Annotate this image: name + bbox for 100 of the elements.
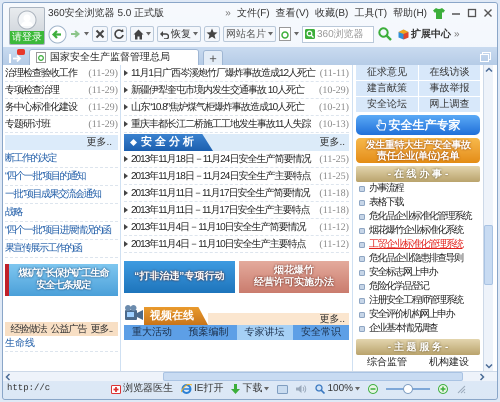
service-link[interactable]: 安全评价机构网上申办 bbox=[369, 309, 454, 321]
category-link[interactable]: 经验做法 bbox=[10, 322, 47, 336]
menu-overflow-button[interactable]: » bbox=[225, 6, 231, 20]
horizontal-scrollbar-thumb[interactable] bbox=[163, 372, 463, 381]
news-title-link[interactable]: 重庆丰都长江二桥施工工地发生事故11人失踪 bbox=[131, 116, 310, 132]
news-title-link[interactable]: 11月1日广西岑溪炮竹厂爆炸事故造成12人死亡 bbox=[131, 66, 316, 80]
refresh-icon[interactable] bbox=[111, 26, 127, 42]
notice-link[interactable]: “四个一批”项目进展情况的函 bbox=[5, 224, 111, 236]
undo-icon bbox=[160, 30, 169, 38]
zoom-out-icon[interactable] bbox=[368, 384, 378, 394]
menu-item[interactable]: 帮助(H) bbox=[393, 6, 427, 20]
home-button[interactable] bbox=[130, 26, 154, 42]
quick-link[interactable]: 征求意见 bbox=[356, 65, 418, 80]
favorite-star-icon[interactable] bbox=[204, 26, 220, 42]
news-title-link[interactable]: 2013年11月4日－11月10日安全生产简要情况 bbox=[131, 220, 306, 234]
caret-icon[interactable] bbox=[193, 32, 198, 36]
news-title-link[interactable]: 专题研讨班 bbox=[5, 116, 50, 132]
toolbar-overflow-button[interactable]: » bbox=[454, 26, 460, 42]
news-title-link[interactable]: 2013年11月18日－11月24日安全生产主要特点 bbox=[131, 168, 310, 184]
shirt-icon[interactable] bbox=[433, 8, 445, 18]
avatar-icon bbox=[17, 10, 37, 30]
status-url: http://c bbox=[7, 382, 52, 396]
search-icon[interactable] bbox=[377, 26, 393, 42]
caret-icon[interactable] bbox=[294, 32, 299, 36]
banner-text: 经营许可实施办法 bbox=[254, 277, 334, 289]
notice-link[interactable]: “四个一批”项目的通知 bbox=[5, 170, 86, 182]
service-link[interactable]: 工贸企业标准化管理系统 bbox=[369, 239, 462, 251]
notice-link[interactable]: 生命线 bbox=[5, 338, 35, 350]
news-title-link[interactable]: 2013年11月11日－11月17日安全生产简要情况 bbox=[131, 186, 310, 200]
zoom-in-icon[interactable] bbox=[438, 384, 448, 394]
service-link[interactable]: 综合监管 bbox=[367, 355, 407, 370]
notice-link[interactable]: 断工作的决定 bbox=[5, 152, 56, 164]
search-field[interactable]: 360浏览器 bbox=[302, 26, 374, 42]
quick-link[interactable]: 网上调查 bbox=[418, 97, 480, 112]
service-link[interactable]: 危化品企业隐患排查导则 bbox=[369, 253, 462, 265]
category-link[interactable]: 更多.. bbox=[90, 322, 112, 336]
sidebar-toggle-icon[interactable] bbox=[9, 49, 25, 64]
news-title-link[interactable]: 新疆伊犁奎屯市境内发生交通事故 10人死亡 bbox=[131, 82, 304, 98]
caret-icon[interactable] bbox=[84, 32, 89, 36]
page-icon[interactable] bbox=[279, 27, 291, 41]
maximize-icon[interactable] bbox=[467, 8, 477, 18]
browser-tab[interactable]: 国家安全生产监督管理总局 bbox=[29, 49, 199, 65]
service-link[interactable]: 表格下载 bbox=[369, 197, 403, 209]
new-tab-button[interactable]: + bbox=[203, 50, 223, 65]
menu-item[interactable]: 收藏(B) bbox=[314, 6, 348, 20]
news-title-link[interactable]: 山东“10.8”焦炉煤气柜爆炸事故造成10人死亡 bbox=[131, 100, 304, 114]
service-link[interactable]: 办事流程 bbox=[369, 183, 403, 195]
news-title-link[interactable]: 2013年11月18日－11月24日安全生产简要情况 bbox=[131, 152, 310, 166]
video-category-tab[interactable]: 预案编制 bbox=[180, 325, 236, 340]
news-title-link[interactable]: 务中心标准化建设 bbox=[5, 100, 77, 114]
restore-button[interactable]: 恢复 bbox=[157, 26, 201, 42]
menu-item[interactable]: 文件(F) bbox=[236, 6, 270, 20]
news-date: (11-18) bbox=[319, 186, 349, 200]
bullet-icon bbox=[124, 104, 128, 110]
promo-banner[interactable]: “打非治违”专项行动 bbox=[124, 261, 234, 293]
site-card-button[interactable]: 网站名片 bbox=[223, 26, 276, 42]
category-link[interactable]: 公益广告 bbox=[50, 322, 87, 336]
slider-thumb[interactable] bbox=[403, 384, 414, 394]
menu-item[interactable]: 查看(V) bbox=[276, 6, 309, 20]
video-category-tab[interactable]: 安全常识 bbox=[292, 325, 349, 340]
quick-link[interactable]: 在线访谈 bbox=[418, 65, 480, 80]
news-title-link[interactable]: 2013年11月11日－11月17日安全生产主要特点 bbox=[131, 202, 310, 218]
resize-grip-icon[interactable] bbox=[456, 384, 466, 394]
service-link[interactable]: 烟花爆竹企业标准化系统 bbox=[369, 225, 462, 237]
zoom-button[interactable]: 100% bbox=[315, 383, 360, 395]
caret-icon[interactable] bbox=[146, 32, 151, 36]
caret-icon[interactable] bbox=[355, 387, 360, 391]
caret-icon[interactable] bbox=[264, 387, 270, 391]
download-button[interactable]: 下载 bbox=[231, 383, 270, 395]
service-link[interactable]: 企业基本情况调查 bbox=[369, 323, 437, 335]
vertical-scrollbar-thumb[interactable] bbox=[484, 225, 493, 285]
notice-link[interactable]: 战略 bbox=[5, 206, 22, 218]
caret-icon[interactable] bbox=[268, 32, 273, 36]
notice-link[interactable]: 果宣传展示工作的函 bbox=[5, 242, 82, 254]
back-icon[interactable] bbox=[48, 24, 67, 44]
bullet-icon bbox=[124, 190, 128, 196]
service-link[interactable]: 安全标志网上申办 bbox=[369, 267, 437, 279]
service-link[interactable]: 危险化学品登记 bbox=[369, 281, 428, 293]
quick-link[interactable]: 事故举报 bbox=[418, 81, 480, 96]
video-category-tab[interactable]: 专家讲坛 bbox=[236, 325, 293, 340]
close-icon[interactable] bbox=[483, 8, 493, 18]
pointing-hand-icon bbox=[376, 119, 386, 131]
browser-doctor-button[interactable]: 浏览器医生 bbox=[111, 383, 173, 395]
menu-item[interactable]: 工具(T) bbox=[354, 6, 388, 20]
news-title-link[interactable]: 2013年11月4日－11月10日安全生产主要特点 bbox=[131, 236, 306, 252]
more-link[interactable]: 更多.. bbox=[319, 135, 345, 150]
more-link[interactable]: 更多.. bbox=[319, 312, 345, 326]
news-title-link[interactable]: 治理检查验收工作 bbox=[5, 66, 77, 80]
quick-link[interactable]: 建言献策 bbox=[356, 81, 418, 96]
service-link[interactable]: 危化品企业标准化管理系统 bbox=[369, 211, 471, 223]
ie-open-button[interactable]: IE打开 bbox=[181, 383, 224, 395]
service-link[interactable]: 注册安全工程师管理系统 bbox=[369, 295, 462, 307]
video-category-tab[interactable]: 重大活动 bbox=[124, 325, 180, 340]
square-bullet-icon bbox=[359, 298, 365, 304]
quick-link[interactable]: 安全论坛 bbox=[356, 97, 418, 112]
notice-link[interactable]: 一批”项目成果交流会通知 bbox=[5, 188, 100, 200]
stop-icon[interactable] bbox=[92, 26, 108, 42]
service-link[interactable]: 机构建设 bbox=[429, 355, 469, 370]
extensions-button[interactable]: 扩展中心 bbox=[398, 26, 451, 42]
news-title-link[interactable]: 专项检查治理 bbox=[5, 82, 59, 98]
